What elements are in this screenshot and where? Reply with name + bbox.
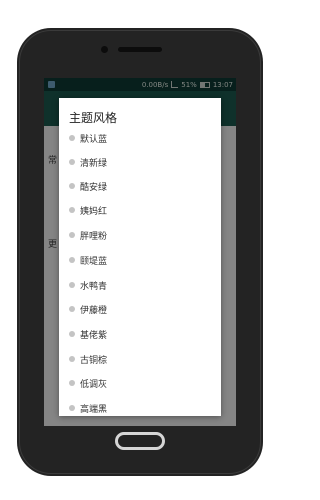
- theme-option[interactable]: 酷安绿: [69, 176, 209, 196]
- theme-option[interactable]: 伊藤橙: [69, 299, 209, 319]
- theme-option-label: 胖哩粉: [80, 231, 108, 242]
- theme-option[interactable]: 基佬紫: [69, 324, 209, 344]
- radio-button-icon[interactable]: [69, 135, 75, 141]
- radio-button-icon[interactable]: [69, 380, 75, 386]
- home-button[interactable]: [115, 432, 165, 450]
- theme-option[interactable]: 清新绿: [69, 152, 209, 172]
- theme-option[interactable]: 姨妈红: [69, 200, 209, 220]
- theme-option[interactable]: 水鸭青: [69, 275, 209, 295]
- theme-option[interactable]: 胖哩粉: [69, 225, 209, 245]
- theme-option-label: 伊藤橙: [80, 305, 108, 316]
- radio-button-icon[interactable]: [69, 331, 75, 337]
- theme-option-label: 默认蓝: [80, 134, 108, 145]
- theme-option[interactable]: 古铜棕: [69, 349, 209, 369]
- front-camera-icon: [101, 46, 108, 53]
- theme-option[interactable]: 低调灰: [69, 373, 209, 393]
- theme-option-label: 酷安绿: [80, 182, 108, 193]
- theme-option-label: 清新绿: [80, 158, 108, 169]
- theme-option-label: 基佬紫: [80, 330, 108, 341]
- radio-button-icon[interactable]: [69, 207, 75, 213]
- radio-button-icon[interactable]: [69, 183, 75, 189]
- radio-button-icon[interactable]: [69, 405, 75, 411]
- theme-option-label: 高端黑: [80, 404, 108, 415]
- dialog-title: 主题风格: [69, 111, 118, 125]
- theme-option-label: 颐堤蓝: [80, 256, 108, 267]
- theme-option[interactable]: 颐堤蓝: [69, 250, 209, 270]
- speaker-grille: [118, 47, 162, 52]
- radio-button-icon[interactable]: [69, 306, 75, 312]
- radio-button-icon[interactable]: [69, 257, 75, 263]
- theme-style-dialog: 主题风格 默认蓝 清新绿 酷安绿 姨妈红 胖哩粉 颐堤蓝 水鸭青 伊藤橙 基佬紫…: [59, 98, 221, 416]
- theme-option-label: 姨妈红: [80, 206, 108, 217]
- theme-option-label: 古铜棕: [80, 355, 108, 366]
- theme-option-label: 低调灰: [80, 379, 108, 390]
- radio-button-icon[interactable]: [69, 232, 75, 238]
- radio-button-icon[interactable]: [69, 356, 75, 362]
- theme-option[interactable]: 高端黑: [69, 398, 209, 418]
- theme-option-label: 水鸭青: [80, 281, 108, 292]
- theme-option[interactable]: 默认蓝: [69, 128, 209, 148]
- radio-button-icon[interactable]: [69, 159, 75, 165]
- radio-button-icon[interactable]: [69, 282, 75, 288]
